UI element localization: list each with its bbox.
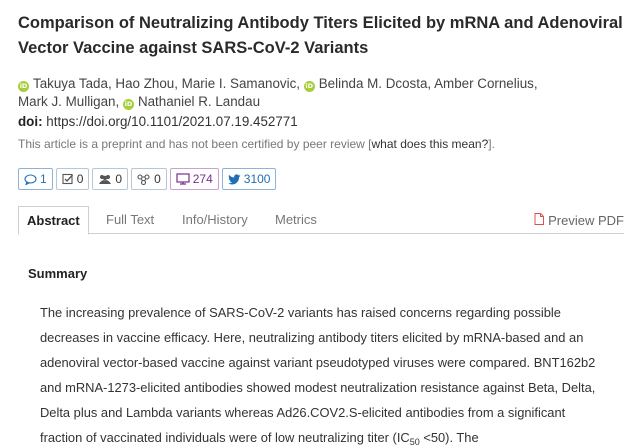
preview-pdf-label: Preview PDF <box>548 212 624 228</box>
metric-badge[interactable]: 1 <box>18 168 53 190</box>
author-name: Nathaniel R. Landau <box>137 94 261 109</box>
monitor-icon <box>176 173 193 185</box>
author[interactable]: Amber Cornelius <box>434 76 534 91</box>
author-name: Hao Zhou <box>115 76 175 91</box>
metric-count: 1 <box>40 172 47 186</box>
ic50-subscript: 50 <box>409 437 420 445</box>
metric-badge[interactable]: 0 <box>55 168 90 190</box>
summary-heading: Summary <box>28 266 88 281</box>
tab-metrics[interactable]: Metrics <box>275 206 317 234</box>
tab-info-history[interactable]: Info/History <box>182 206 248 234</box>
author-name: Marie I. Samanovic <box>181 76 297 91</box>
metric-badge[interactable]: 0 <box>92 168 129 190</box>
metric-count: 0 <box>115 172 123 186</box>
orcid-icon[interactable]: iD <box>122 99 134 110</box>
people-icon <box>98 174 115 185</box>
orcid-icon[interactable]: iD <box>18 81 29 92</box>
author[interactable]: Mark J. Mulligan <box>18 94 115 109</box>
author[interactable]: iD Nathaniel R. Landau <box>122 94 261 110</box>
preprint-notice: This article is a preprint and has not b… <box>18 137 495 151</box>
preprint-notice-end: ]. <box>488 137 495 151</box>
twitter-icon <box>227 173 244 185</box>
metric-badge[interactable]: 3100 <box>221 168 277 190</box>
orcid-icon[interactable]: iD <box>303 81 315 92</box>
metric-count: 0 <box>76 172 84 186</box>
author-name: Belinda M. Dcosta <box>318 76 428 91</box>
author[interactable]: Marie I. Samanovic <box>182 76 297 91</box>
comment-icon <box>24 173 40 185</box>
author-name: Amber Cornelius <box>434 76 534 91</box>
what-does-this-mean-link[interactable]: what does this mean? <box>372 137 489 151</box>
author[interactable]: iD Takuya Tada <box>18 76 108 92</box>
author-name: Takuya Tada <box>33 76 108 91</box>
author[interactable]: iD Belinda M. Dcosta <box>303 76 428 92</box>
author-name: Mark J. Mulligan <box>18 94 116 109</box>
article-tabs: Abstract Full Text Info/History Metrics … <box>18 206 624 235</box>
tab-full-text[interactable]: Full Text <box>106 206 154 234</box>
article-title: Comparison of Neutralizing Antibody Tite… <box>18 14 623 57</box>
metric-count: 0 <box>154 172 161 186</box>
summary-text-part2: <50). The <box>419 430 479 445</box>
doi-line: doi: https://doi.org/10.1101/2021.07.19.… <box>18 114 298 129</box>
metric-badge[interactable]: 274 <box>169 168 219 190</box>
doi-label: doi: <box>18 114 43 129</box>
network-icon <box>137 173 154 185</box>
metric-count: 274 <box>192 172 213 186</box>
metric-badge[interactable]: 0 <box>131 168 167 190</box>
preprint-notice-text: This article is a preprint and has not b… <box>18 137 372 151</box>
author[interactable]: Hao Zhou <box>115 76 174 91</box>
summary-text-part1: The increasing prevalence of SARS-CoV-2 … <box>40 305 596 445</box>
metric-count: 3100 <box>243 172 271 186</box>
checkbox-icon <box>62 173 77 185</box>
summary-text: The increasing prevalence of SARS-CoV-2 … <box>40 300 610 445</box>
doi-link[interactable]: https://doi.org/10.1101/2021.07.19.45277… <box>46 114 297 129</box>
metrics-bar: 1 0 0 0 274 3100 <box>18 168 277 190</box>
author-list: iD Takuya Tada, Hao Zhou, Marie I. Samano… <box>18 76 538 110</box>
preview-pdf-button[interactable]: Preview PDF <box>534 206 624 234</box>
tab-abstract[interactable]: Abstract <box>18 206 89 235</box>
pdf-file-icon <box>534 207 548 234</box>
